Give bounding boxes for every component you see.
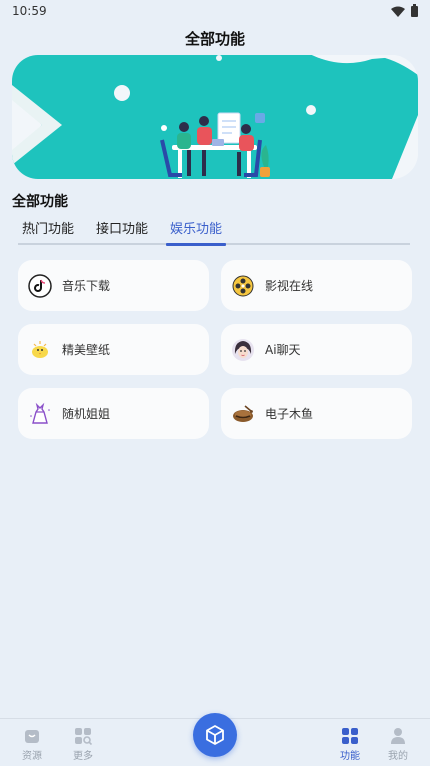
nav-item-features[interactable]: 功能 xyxy=(330,727,370,762)
tab-entertainment-features[interactable]: 娱乐功能 xyxy=(166,219,227,246)
battery-icon xyxy=(411,3,418,17)
nav-label: 更多 xyxy=(73,751,93,762)
feature-label: 随机姐姐 xyxy=(62,407,111,421)
dress-icon xyxy=(28,402,52,426)
nav-item-resources[interactable]: 资源 xyxy=(12,727,52,762)
feature-card-wallpaper[interactable]: 精美壁纸 xyxy=(18,324,209,375)
section-title: 全部功能 xyxy=(12,194,68,210)
status-time: 10:59 xyxy=(12,4,47,18)
page-title: 全部功能 xyxy=(184,30,245,48)
nav-label: 资源 xyxy=(22,751,42,762)
nav-item-profile[interactable]: 我的 xyxy=(378,727,418,762)
tiktok-music-icon xyxy=(28,273,52,298)
feature-card-ai-chat[interactable]: Ai聊天 xyxy=(221,324,412,375)
cube-icon xyxy=(206,725,224,745)
center-action-button[interactable] xyxy=(193,713,237,757)
film-reel-icon xyxy=(231,274,255,298)
tab-hot-features[interactable]: 热门功能 xyxy=(18,219,78,243)
apps-grid-icon xyxy=(342,728,358,744)
feature-label: 精美壁纸 xyxy=(62,343,111,357)
feature-card-random-sister[interactable]: 随机姐姐 xyxy=(18,388,209,439)
feature-label: 电子木鱼 xyxy=(265,407,314,421)
user-icon xyxy=(391,728,405,744)
feature-label: 音乐下载 xyxy=(62,279,111,293)
chick-wallpaper-icon xyxy=(28,338,52,362)
wooden-fish-icon xyxy=(231,402,255,426)
tab-bar: 热门功能 接口功能 娱乐功能 xyxy=(18,219,410,246)
nav-label: 功能 xyxy=(340,751,360,762)
nav-item-more[interactable]: 更多 xyxy=(63,727,103,762)
girl-avatar-icon xyxy=(231,338,255,362)
feature-label: Ai聊天 xyxy=(265,343,301,357)
wifi-icon xyxy=(391,6,405,17)
feature-label: 影视在线 xyxy=(265,279,314,293)
tab-api-features[interactable]: 接口功能 xyxy=(92,219,152,243)
resource-bag-icon xyxy=(25,730,39,743)
banner-image[interactable] xyxy=(12,55,418,179)
grid-search-icon xyxy=(75,728,92,745)
feature-card-music-download[interactable]: 音乐下载 xyxy=(18,260,209,311)
status-bar: 10:59 xyxy=(0,0,430,22)
feature-card-online-video[interactable]: 影视在线 xyxy=(221,260,412,311)
feature-card-wooden-fish[interactable]: 电子木鱼 xyxy=(221,388,412,439)
nav-label: 我的 xyxy=(388,751,408,762)
